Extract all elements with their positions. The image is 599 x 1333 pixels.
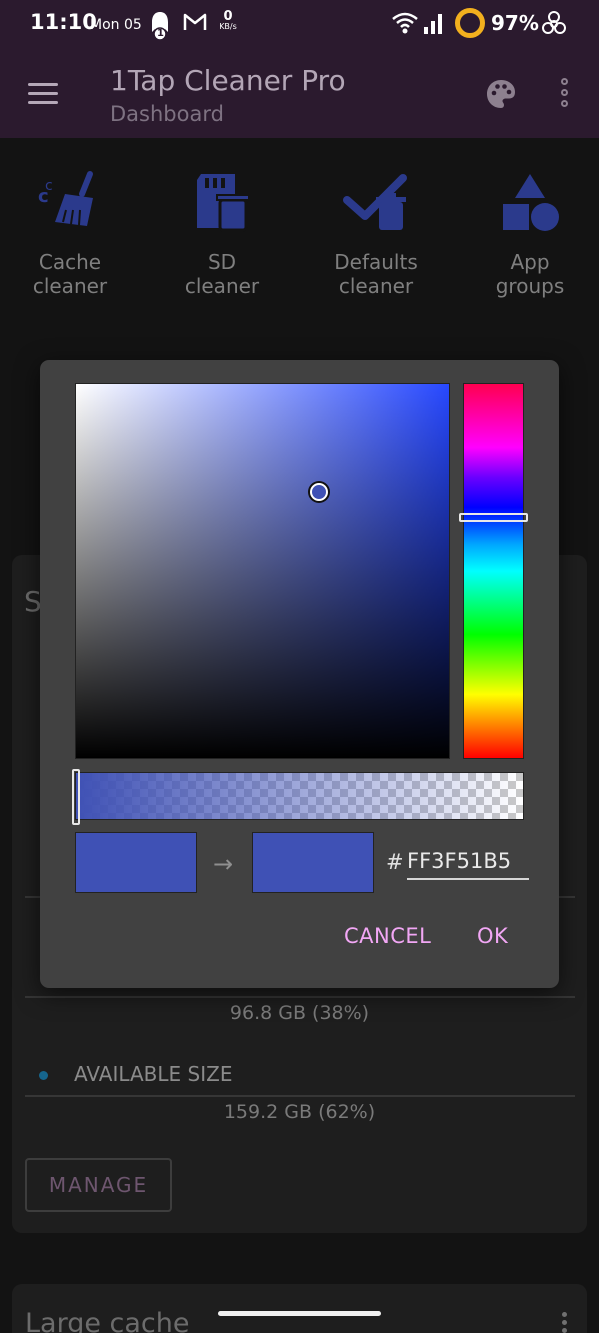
divider (25, 996, 575, 998)
tile-label-line2: cleaner (32, 274, 108, 298)
network-speed: 0 KB/s (215, 10, 241, 31)
manage-button[interactable]: MANAGE (25, 1158, 172, 1212)
hue-slider[interactable] (463, 383, 524, 759)
status-bar: 11:10 Mon 05 1 0 KB/s 97% (0, 0, 599, 50)
tile-label-line1: Defaults (334, 250, 418, 274)
used-size-value: 96.8 GB (38%) (229, 1002, 370, 1024)
saturation-value-handle[interactable] (310, 483, 328, 501)
large-cache-more-icon[interactable] (562, 1312, 568, 1333)
tile-label-line2: groups (495, 274, 565, 298)
large-cache-title: Large cache (25, 1308, 190, 1333)
broom-icon: c c (38, 171, 93, 226)
hex-color-input[interactable] (407, 844, 529, 880)
arrow-right-icon: → (213, 850, 234, 878)
available-size-label: AVAILABLE SIZE (74, 1062, 233, 1086)
ok-button[interactable]: OK (477, 924, 508, 948)
app-title: 1Tap Cleaner Pro (110, 64, 346, 97)
wifi-icon (392, 12, 418, 39)
app-subtitle: Dashboard (110, 102, 224, 126)
tile-label-line1: SD (207, 250, 237, 274)
divider (25, 1095, 575, 1097)
battery-percent: 97% (491, 11, 539, 35)
status-date: Mon 05 (90, 17, 142, 33)
tile-label-line1: Cache (38, 250, 102, 274)
tile-sd-cleaner[interactable]: SD cleaner (152, 170, 292, 298)
network-speed-unit: KB/s (219, 22, 237, 31)
tile-label-line2: cleaner (184, 274, 260, 298)
gmail-icon (183, 12, 207, 37)
old-color-swatch[interactable] (75, 832, 197, 893)
svg-text:c: c (45, 178, 53, 194)
gesture-navigation-bar[interactable] (218, 1311, 381, 1316)
new-color-swatch (252, 832, 374, 893)
tile-defaults-cleaner[interactable]: Defaults cleaner (306, 170, 446, 298)
tile-label-line1: App (510, 250, 550, 274)
check-trash-icon (343, 174, 407, 230)
shapes-icon (503, 174, 559, 231)
status-time: 11:10 (30, 10, 97, 34)
hex-hash-label: # (386, 850, 404, 874)
notification-badge-count: 1 (157, 28, 164, 39)
more-options-icon[interactable] (557, 78, 571, 112)
app-bar: 1Tap Cleaner Pro Dashboard (0, 50, 599, 138)
cancel-button[interactable]: CANCEL (344, 924, 431, 948)
tile-app-groups[interactable]: App groups (460, 170, 599, 298)
available-dot-icon (39, 1071, 48, 1080)
alpha-slider-handle[interactable] (72, 769, 80, 825)
alpha-slider[interactable] (75, 772, 524, 820)
biohazard-icon (541, 11, 567, 42)
hamburger-menu-icon[interactable] (28, 83, 58, 105)
tile-label-line2: cleaner (338, 274, 414, 298)
battery-ring-icon (455, 8, 485, 38)
sd-card-trash-icon (197, 174, 250, 232)
hue-slider-handle[interactable] (459, 513, 528, 522)
tile-cache-cleaner[interactable]: c c Cache cleaner (0, 170, 140, 298)
saturation-value-panel[interactable] (75, 383, 450, 759)
signal-icon (423, 12, 443, 39)
available-size-value: 159.2 GB (62%) (223, 1101, 376, 1123)
palette-icon[interactable] (485, 78, 517, 110)
